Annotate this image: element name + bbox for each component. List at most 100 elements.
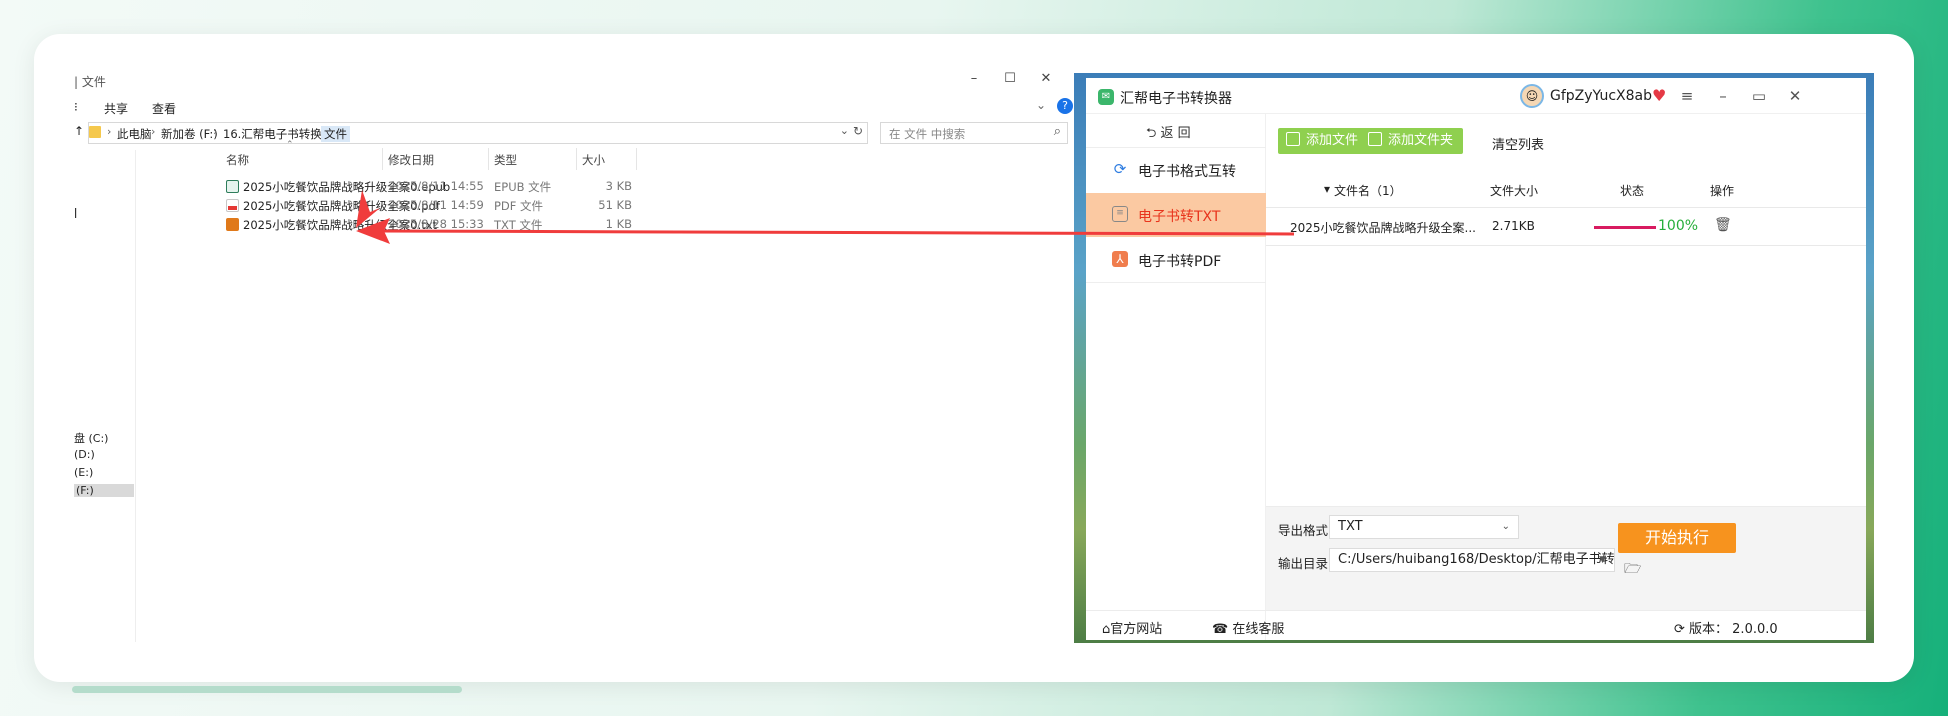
settings-area: 导出格式: TXT ⌄ 开始执行 输出目录: C:/Users/huibang1…	[1266, 506, 1866, 610]
up-arrow-icon[interactable]: ↑	[74, 124, 84, 138]
sync-icon: ⟳	[1674, 622, 1690, 637]
app-main-panel: 添加文件 添加文件夹 清空列表 ▾ 文件名（1） 文件大小 状态 操作 2025…	[1266, 114, 1866, 640]
chevron-down-icon[interactable]: ⌄	[1036, 98, 1046, 112]
clear-list-button[interactable]: 清空列表	[1492, 134, 1544, 153]
back-button[interactable]: ⮌ 返 回	[1146, 122, 1191, 146]
sidebar-item-to-pdf[interactable]: ⅄ 电子书转PDF	[1086, 238, 1266, 282]
column-divider	[576, 148, 577, 170]
nav-drive-d[interactable]: (D:)	[74, 448, 95, 461]
breadcrumb-drive[interactable]: 新加卷 (F:)	[161, 126, 218, 142]
ribbon-fragment: ⁝	[74, 100, 78, 114]
file-date: 2025/8/11 14:59	[388, 198, 484, 212]
back-arrow-icon: ⮌	[1146, 126, 1161, 141]
version-label: ⟳ 版本： 2.0.0.0	[1674, 622, 1778, 637]
row-filesize: 2.71KB	[1492, 219, 1535, 233]
close-icon[interactable]: ✕	[1782, 84, 1808, 108]
row-filename: 2025小吃餐饮品牌战略升级全案...	[1290, 221, 1476, 235]
sidebar-item-format-convert[interactable]: ⟳ 电子书格式互转	[1086, 148, 1266, 192]
column-date[interactable]: 修改日期	[388, 152, 434, 168]
maximize-icon[interactable]: ▭	[1746, 84, 1772, 108]
sidebar-item-label: 电子书转PDF	[1138, 254, 1222, 270]
vip-diamond-icon[interactable]: ♥	[1652, 86, 1666, 105]
file-row[interactable]: 2025小吃餐饮品牌战略升级全案0.pdf 2025/8/11 14:59 PD…	[136, 197, 736, 215]
table-row[interactable]: 2025小吃餐饮品牌战略升级全案... 2.71KB 100% 🗑	[1266, 208, 1866, 246]
file-row[interactable]: 2025小吃餐饮品牌战略升级全案0.epub 2025/8/11 14:55 E…	[136, 178, 736, 196]
header-filename[interactable]: 文件名（1）	[1334, 182, 1402, 199]
app-titlebar: ✉ 汇帮电子书转换器 ☺ GfpZyYucX8ab ♥ ≡ – ▭ ✕	[1086, 78, 1866, 114]
online-service-link[interactable]: ☎ 在线客服	[1212, 618, 1284, 637]
sidebar-item-label: 电子书格式互转	[1138, 164, 1236, 180]
file-type: TXT 文件	[494, 218, 543, 232]
output-dir-select[interactable]: C:/Users/huibang168/Desktop/汇帮电子书转换器 ▼	[1329, 548, 1615, 572]
page-scrollbar[interactable]	[72, 686, 462, 693]
header-filesize: 文件大小	[1490, 184, 1539, 198]
refresh-icon: ⟳	[1113, 160, 1127, 178]
nav-drive-e[interactable]: (E:)	[74, 466, 93, 479]
header-action: 操作	[1710, 184, 1735, 198]
start-button[interactable]: 开始执行	[1618, 523, 1736, 553]
sidebar-item-label: 电子书转TXT	[1138, 209, 1221, 225]
sort-down-icon[interactable]: ▾	[1324, 182, 1330, 196]
nav-fragment: ǀ	[74, 206, 78, 219]
export-format-select[interactable]: TXT ⌄	[1329, 515, 1519, 539]
refresh-icon[interactable]: ↻	[853, 124, 863, 138]
dropdown-chevron-icon[interactable]: ⌄	[840, 124, 849, 137]
minimize-icon[interactable]: –	[954, 70, 994, 90]
breadcrumb-current[interactable]: 文件	[321, 126, 350, 142]
website-link[interactable]: ⌂官方网站	[1102, 618, 1162, 637]
add-file-icon	[1286, 132, 1300, 146]
close-icon[interactable]: ✕	[1026, 70, 1066, 90]
file-explorer-window: | 文件 – ☐ ✕ ⁝ 共享 查看 ⌄ ? ↑ › 此电脑 › 新加卷 (F:…	[74, 70, 1073, 642]
minimize-icon[interactable]: –	[1710, 84, 1736, 108]
file-size: 1 KB	[605, 217, 632, 231]
menu-icon[interactable]: ≡	[1674, 84, 1700, 108]
ribbon-tab-view[interactable]: 查看	[152, 100, 176, 117]
search-placeholder: 在 文件 中搜索	[889, 127, 966, 141]
column-divider	[636, 148, 637, 170]
explorer-title: | 文件	[74, 75, 106, 89]
add-folder-button[interactable]: 添加文件夹	[1360, 128, 1464, 154]
nav-drive-f[interactable]: (F:)	[74, 484, 134, 497]
txt-file-icon	[226, 218, 239, 231]
column-divider	[488, 148, 489, 170]
sort-up-icon: ⌃	[286, 140, 294, 150]
add-file-button[interactable]: 添加文件	[1278, 128, 1369, 154]
open-folder-icon[interactable]: 🗁	[1624, 558, 1641, 582]
folder-icon	[89, 126, 101, 138]
maximize-icon[interactable]: ☐	[990, 70, 1030, 90]
address-bar[interactable]: › 此电脑 › 新加卷 (F:) › 16.汇帮电子书转换器 › 文件 ⌄ ↻	[88, 122, 868, 144]
nav-drive-c[interactable]: 盘 (C:)	[74, 430, 108, 446]
avatar[interactable]: ☺	[1520, 84, 1544, 108]
divider	[1086, 282, 1266, 283]
epub-file-icon	[226, 180, 239, 193]
explorer-ribbon: ⁝ 共享 查看 ⌄	[74, 96, 1073, 120]
sidebar-item-to-txt[interactable]: ≡ 电子书转TXT	[1086, 193, 1266, 237]
file-type: EPUB 文件	[494, 180, 552, 194]
breadcrumb-sep-icon: ›	[313, 125, 318, 138]
breadcrumb-this-pc[interactable]: 此电脑	[117, 126, 152, 142]
table-header: ▾ 文件名（1） 文件大小 状态 操作	[1266, 172, 1866, 208]
navigation-pane: ǀ 盘 (C:) (D:) (E:) (F:)	[74, 150, 136, 642]
search-input[interactable]: 在 文件 中搜索 ⌕	[880, 122, 1068, 144]
column-type[interactable]: 类型	[494, 152, 517, 168]
column-name[interactable]: 名称	[226, 152, 249, 168]
file-date: 2025/8/28 15:33	[388, 217, 484, 231]
progress-percent: 100%	[1658, 218, 1699, 234]
file-row[interactable]: 2025小吃餐饮品牌战略升级全案0.txt 2025/8/28 15:33 TX…	[136, 216, 736, 234]
progress-bar	[1594, 226, 1656, 229]
dropdown-arrow-icon: ▼	[1599, 555, 1606, 565]
app-title: 汇帮电子书转换器	[1120, 91, 1232, 107]
document-icon: ≡	[1112, 206, 1128, 222]
column-size[interactable]: 大小	[582, 152, 605, 168]
chevron-down-icon: ⌄	[1501, 521, 1510, 532]
add-folder-icon	[1368, 132, 1382, 146]
trash-icon[interactable]: 🗑	[1714, 217, 1732, 233]
username[interactable]: GfpZyYucX8ab	[1550, 88, 1652, 104]
file-size: 3 KB	[605, 179, 632, 193]
ebook-converter-window: ✉ 汇帮电子书转换器 ☺ GfpZyYucX8ab ♥ ≡ – ▭ ✕ ⮌ 返 …	[1086, 78, 1866, 640]
column-divider	[382, 148, 383, 170]
ribbon-tab-share[interactable]: 共享	[104, 100, 128, 117]
file-list: ⌃ 名称 修改日期 类型 大小 2025小吃餐饮品牌战略升级全案0.epub 2…	[136, 140, 1073, 642]
help-icon[interactable]: ?	[1057, 98, 1073, 114]
file-size: 51 KB	[598, 198, 632, 212]
